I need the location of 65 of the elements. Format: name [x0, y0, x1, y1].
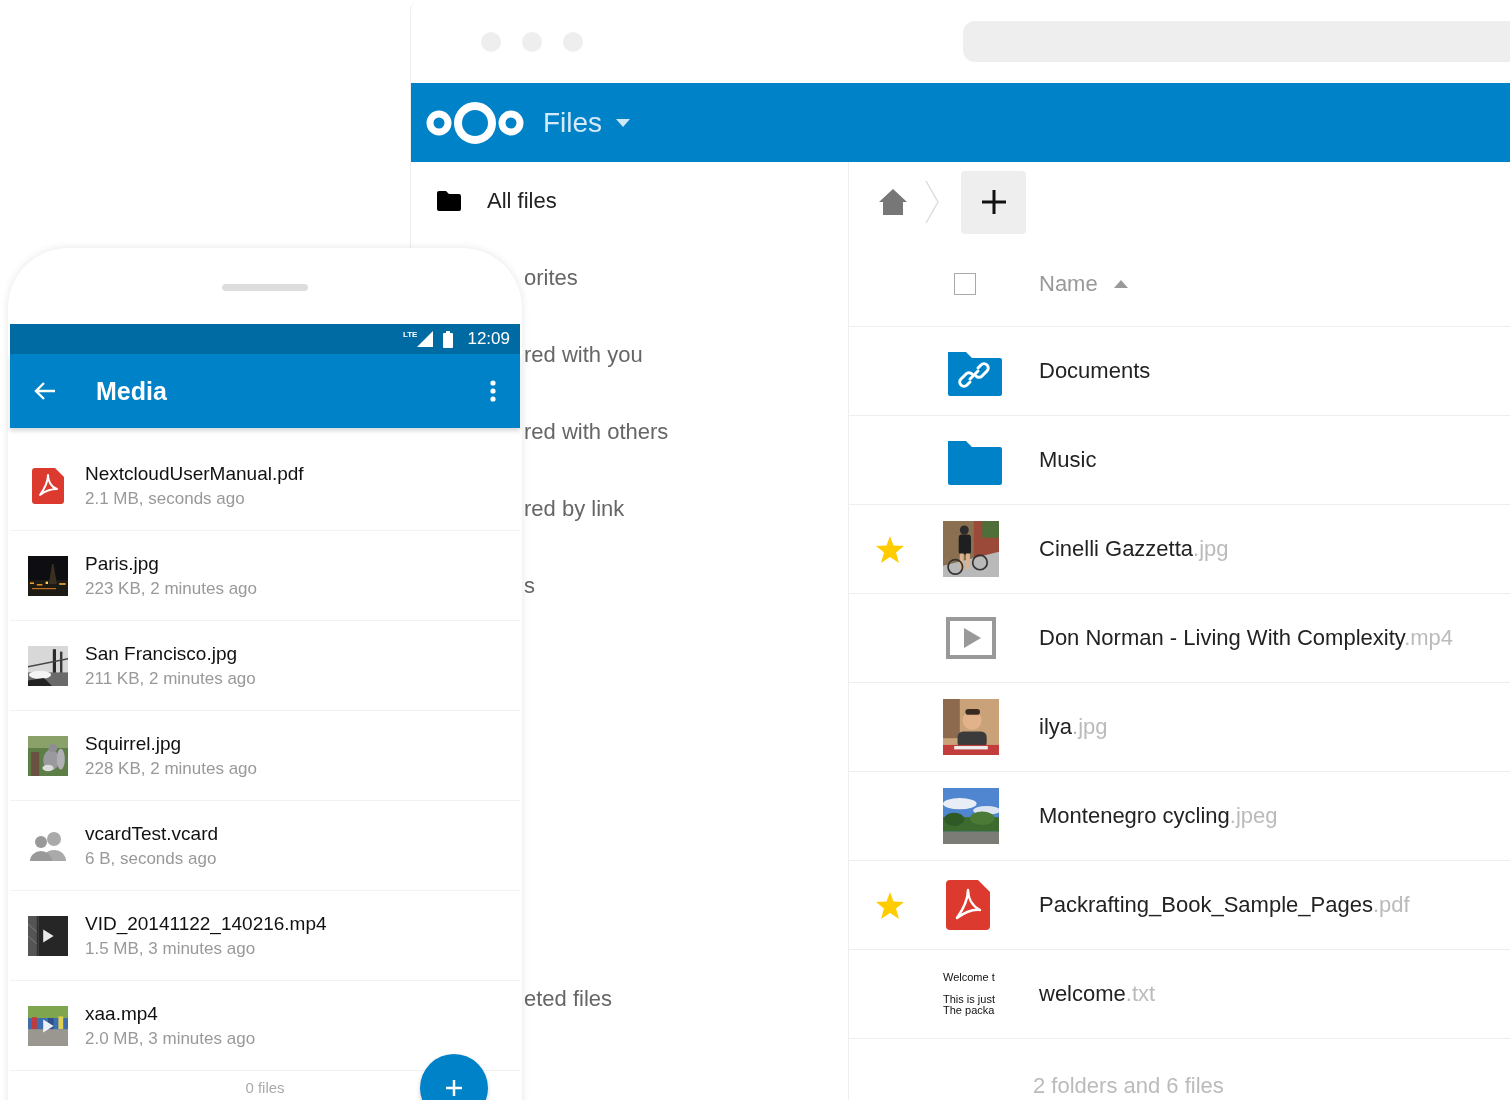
sidebar-item[interactable]: All files [411, 162, 848, 239]
file-details: 211 KB, 2 minutes ago [85, 668, 256, 689]
file-name: Montenegro cycling.jpeg [1039, 803, 1278, 829]
file-name: Cinelli Gazzetta.jpg [1039, 536, 1229, 562]
file-details: 1.5 MB, 3 minutes ago [85, 938, 257, 959]
file-list-item[interactable]: Paris.jpg 223 KB, 2 minutes ago [10, 531, 520, 621]
back-arrow-icon[interactable] [34, 381, 56, 401]
file-name: Packrafting_Book_Sample_Pages.pdf [1039, 892, 1410, 918]
sidebar-item[interactable]: red with others [523, 393, 848, 470]
new-button[interactable] [961, 170, 1026, 234]
file-name: NextcloudUserManual.pdf [85, 462, 304, 485]
signal-icon [417, 331, 434, 347]
file-name: welcome.txt [1039, 981, 1156, 1007]
file-list-item[interactable]: San Francisco.jpg 211 KB, 2 minutes ago [10, 621, 520, 711]
chevron-icon [925, 180, 939, 224]
file-row[interactable]: Music [849, 416, 1510, 505]
network-label: LTE [402, 330, 418, 339]
file-count: 2 folders and 6 files [1032, 1072, 1224, 1099]
file-name: San Francisco.jpg [85, 642, 239, 665]
file-list-item[interactable]: Squirrel.jpg 228 KB, 2 minutes ago [10, 711, 520, 801]
select-all-checkbox[interactable] [954, 273, 976, 295]
file-row[interactable]: Packrafting_Book_Sample_Pages.pdf [849, 861, 1510, 950]
video-icon [946, 617, 996, 659]
pdf-icon [31, 467, 64, 504]
file-name: ilya.jpg [1039, 714, 1108, 740]
contacts-icon [28, 830, 67, 861]
sidebar-item[interactable]: eted files [523, 960, 848, 1037]
screen-title: Media [96, 376, 168, 406]
caret-icon [616, 118, 631, 127]
status-time: 12:09 [467, 329, 510, 349]
file-name: xaa.mp4 [85, 1002, 159, 1025]
file-name: Squirrel.jpg [85, 732, 183, 755]
text-preview: Welcome t This is just The packa [943, 972, 996, 1016]
file-row[interactable]: Montenegro cycling.jpeg [849, 772, 1510, 861]
home-icon[interactable] [879, 189, 907, 215]
file-details: 2.1 MB, seconds ago [85, 488, 246, 509]
file-row[interactable]: Welcome t This is just The packa welcome.txt [849, 950, 1510, 1039]
file-list-item[interactable]: NextcloudUserManual.pdf 2.1 MB, seconds ago [10, 441, 520, 531]
file-details: 2.0 MB, 3 minutes ago [85, 1028, 256, 1049]
file-name: Don Norman - Living With Complexity.mp4 [1039, 625, 1454, 651]
file-details: 6 B, seconds ago [85, 848, 218, 869]
more-icon[interactable] [490, 380, 496, 402]
file-count: 0 files [245, 1079, 285, 1096]
file-details: 223 KB, 2 minutes ago [85, 578, 257, 599]
file-row[interactable]: ilya.jpg [849, 683, 1510, 772]
battery-icon [443, 330, 454, 348]
file-details: 228 KB, 2 minutes ago [85, 758, 257, 779]
file-row[interactable]: Cinelli Gazzetta.jpg [849, 505, 1510, 594]
pdf-icon [946, 880, 990, 930]
plus-icon [446, 1080, 462, 1096]
plus-icon [981, 190, 1006, 214]
file-name: Documents [1039, 358, 1151, 384]
file-list-item[interactable]: VID_20141122_140216.mp4 1.5 MB, 3 minutes ago [10, 891, 520, 981]
file-name: Paris.jpg [85, 552, 160, 575]
sidebar-item[interactable]: orites [523, 239, 848, 316]
sidebar-item[interactable]: s [523, 547, 848, 624]
file-row[interactable]: Don Norman - Living With Complexity.mp4 [849, 594, 1510, 683]
file-name: vcardTest.vcard [85, 822, 219, 845]
file-row[interactable]: Documents [849, 327, 1510, 416]
file-name: Music [1039, 447, 1097, 473]
file-name: VID_20141122_140216.mp4 [85, 912, 327, 935]
sidebar-item[interactable]: red by link [523, 470, 848, 547]
sidebar-item[interactable]: red with you [523, 316, 848, 393]
folder-icon [437, 190, 461, 211]
file-list-item[interactable]: vcardTest.vcard 6 B, seconds ago [10, 801, 520, 891]
